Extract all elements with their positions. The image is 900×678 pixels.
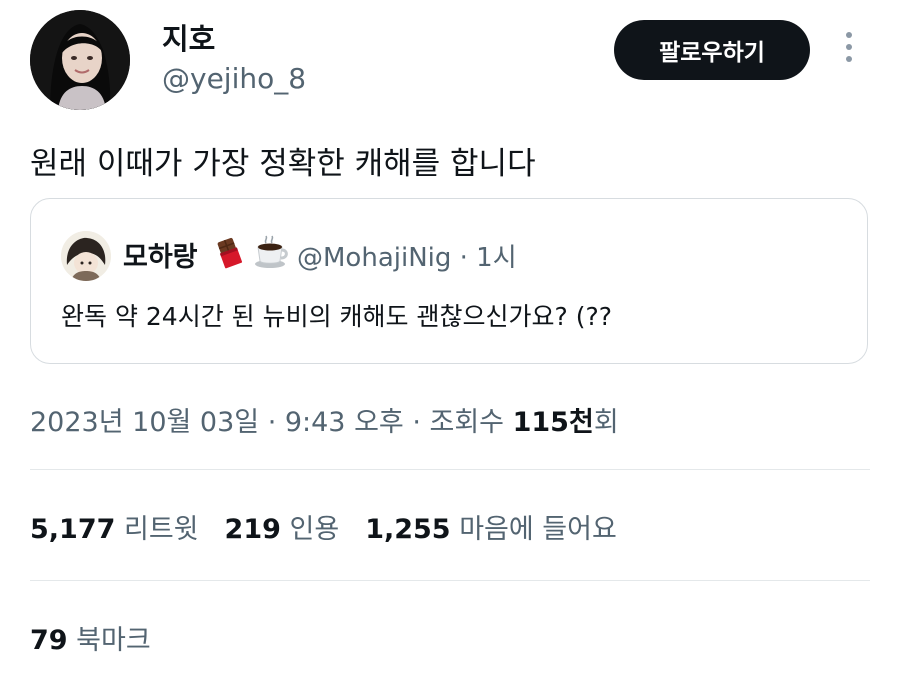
quoted-tweet-text: 완독 약 24시간 된 뉴비의 캐해도 괜찮으신가요? (?? — [61, 302, 613, 331]
divider — [30, 469, 870, 470]
divider — [30, 580, 870, 581]
chocolate-bar-icon — [213, 235, 247, 269]
bookmarks-stat[interactable]: 79 북마크 — [30, 618, 151, 657]
bookmarks-count: 79 — [30, 625, 68, 656]
quotes-stat[interactable]: 219 인용 — [225, 507, 340, 546]
retweets-count: 5,177 — [30, 514, 116, 545]
quoted-author-avatar — [61, 231, 111, 281]
hot-coffee-icon — [253, 235, 288, 269]
author-handle[interactable]: @yejiho_8 — [162, 62, 306, 95]
likes-stat[interactable]: 1,255 마음에 들어요 — [365, 507, 617, 546]
author-avatar[interactable] — [30, 10, 130, 110]
author-display-name[interactable]: 지호 — [162, 16, 215, 58]
view-count: 115천 — [512, 407, 594, 438]
more-vertical-icon[interactable] — [838, 32, 860, 72]
quoted-tweet-card[interactable]: 모하랑 @MohajiNig · 1시 완독 약 24시간 된 뉴비의 캐해도 … — [30, 198, 868, 364]
tweet-datetime[interactable]: 2023년 10월 03일 · 9:43 오후 · 조회수 — [30, 407, 513, 438]
bookmarks-label: 북마크 — [76, 625, 151, 656]
quoted-handle-time: @MohajiNig · 1시 — [297, 243, 517, 273]
quotes-label: 인용 — [289, 514, 340, 545]
retweets-label: 리트윗 — [124, 514, 199, 545]
follow-button[interactable]: 팔로우하기 — [614, 20, 810, 80]
view-suffix: 회 — [593, 407, 619, 438]
tweet-meta: 2023년 10월 03일 · 9:43 오후 · 조회수 115천회 — [30, 400, 619, 439]
quotes-count: 219 — [224, 514, 281, 545]
quoted-user-avatar-icon — [61, 231, 111, 281]
retweets-stat[interactable]: 5,177 리트윗 — [30, 507, 199, 546]
quoted-display-name: 모하랑 — [123, 242, 198, 273]
likes-count: 1,255 — [365, 514, 451, 545]
engagement-stats: 5,177 리트윗 219 인용 1,255 마음에 들어요 — [30, 507, 643, 546]
likes-label: 마음에 들어요 — [459, 514, 617, 545]
user-avatar-icon — [30, 10, 130, 110]
tweet-text: 원래 이때가 가장 정확한 캐해를 합니다 — [30, 146, 536, 182]
